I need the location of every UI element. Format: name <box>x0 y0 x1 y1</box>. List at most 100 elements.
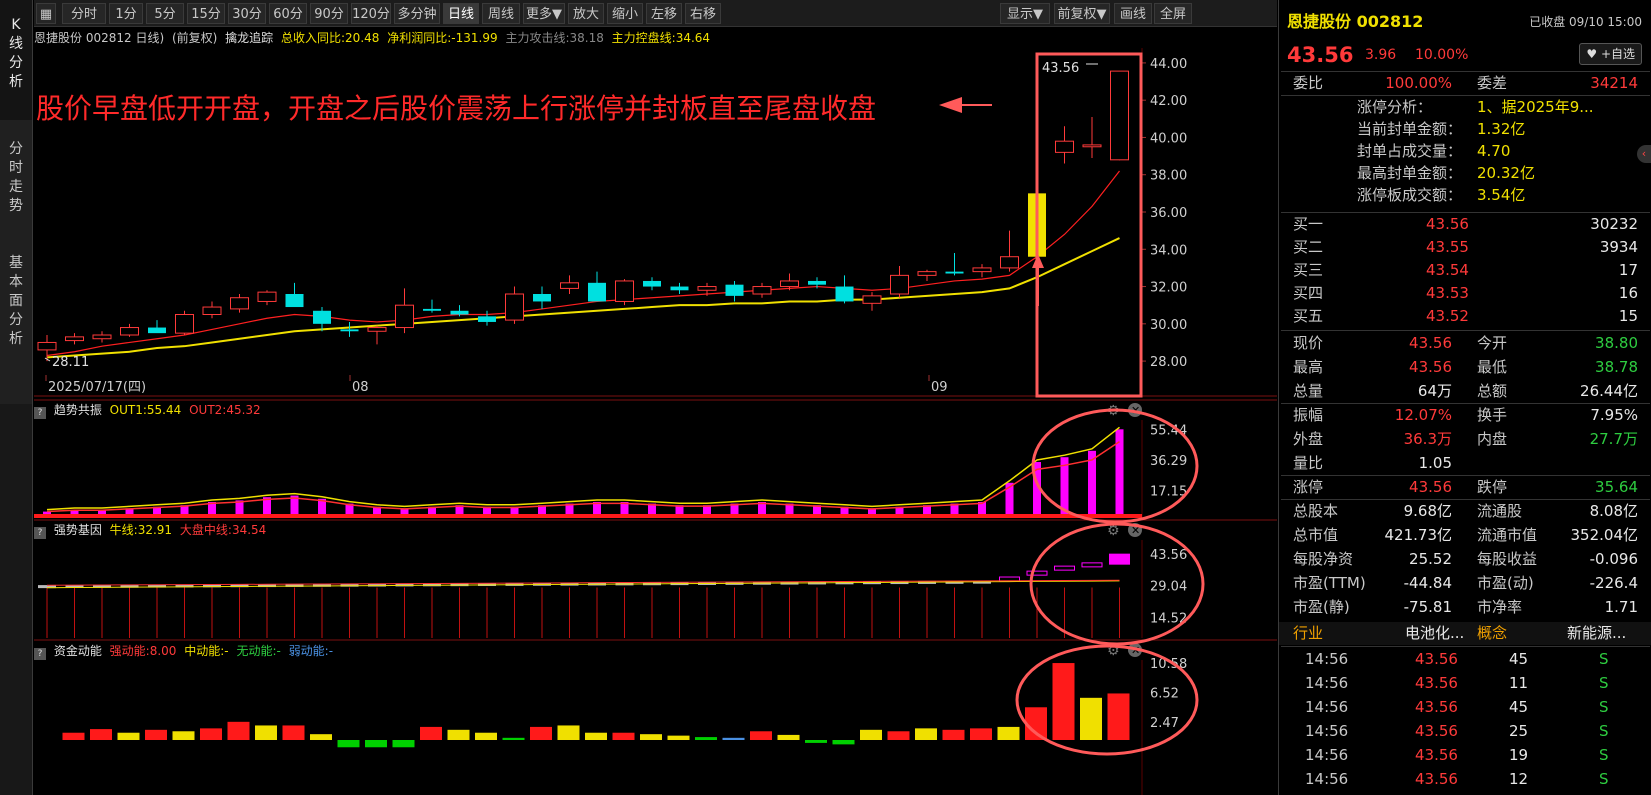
sub1-name[interactable]: 趋势共振 <box>54 403 102 417</box>
y-tick-label: 28.00 <box>1150 355 1187 370</box>
candle <box>725 280 744 302</box>
y-tick-label: 42.00 <box>1150 94 1187 109</box>
kline-chart-area[interactable]: 44.00 42.00 40.00 38.00 36.00 34.00 32.00 30.00… <box>34 48 1277 795</box>
tick-side: S <box>1599 650 1609 668</box>
stat-value: 7.95% <box>1590 406 1638 424</box>
candle <box>230 294 249 313</box>
bid-price: 43.54 <box>1426 261 1469 279</box>
toolbar-btn-11[interactable]: 更多▼ <box>523 3 565 24</box>
momentum-bar <box>612 732 635 740</box>
sub1-y-tick: 36.29 <box>1150 454 1187 469</box>
attack-line: 主力攻击线:38.18 <box>505 31 604 45</box>
toolbar-right-btn-3[interactable]: 全屏 <box>1154 3 1192 24</box>
stat-label: 总额 <box>1477 382 1508 400</box>
toolbar-btn-2[interactable]: 5分 <box>146 3 184 24</box>
sub1-out2: OUT2:45.32 <box>189 403 261 417</box>
stat-row: 市盈(TTM) -44.84 市盈(动) -226.4 <box>1279 572 1651 595</box>
toolbar-btn-9[interactable]: 日线 <box>443 3 479 24</box>
indicator-name[interactable]: 擒龙追踪 <box>225 31 273 45</box>
limit-analysis-row: 当前封单金额： 1.32亿 <box>1279 118 1651 140</box>
stat-value: 38.78 <box>1595 358 1638 376</box>
side-tab-1[interactable]: 分时走势 <box>0 120 33 234</box>
bid-volume: 17 <box>1618 261 1638 279</box>
momentum-bar <box>172 731 195 740</box>
toolbar-btn-3[interactable]: 15分 <box>187 3 225 24</box>
stat-value: 1.05 <box>1418 454 1452 472</box>
industry-label: 行业 <box>1293 624 1324 642</box>
bid-price: 43.55 <box>1426 238 1469 256</box>
candle <box>395 288 414 334</box>
stat-value: 26.44亿 <box>1580 382 1638 400</box>
momentum-bar <box>887 731 910 740</box>
candle <box>175 310 194 335</box>
y-tick-label: 30.00 <box>1150 318 1187 333</box>
industry-value[interactable]: 电池化... <box>1405 622 1464 645</box>
help-icon[interactable]: ? <box>34 648 46 660</box>
toolbar-btn-1[interactable]: 1分 <box>109 3 143 24</box>
tick-time: 14:56 <box>1305 746 1349 764</box>
side-tab-char: 分 <box>9 141 23 157</box>
limit-analysis-row[interactable]: 涨停分析： 1、据2025年9... <box>1279 96 1651 118</box>
tick-row: 14:56 43.56 19 S <box>1279 744 1651 767</box>
out1-line <box>46 426 1120 511</box>
concept-value[interactable]: 新能源... <box>1567 622 1626 645</box>
tick-volume: 45 <box>1509 650 1529 668</box>
collapse-panel-button[interactable]: ‹ <box>1637 145 1651 163</box>
toolbar-btn-15[interactable]: 右移 <box>685 3 721 24</box>
help-icon[interactable]: ? <box>34 407 46 419</box>
stat-label: 市盈(动) <box>1477 574 1534 592</box>
stat-value: -44.84 <box>1403 574 1452 592</box>
candle <box>340 321 359 337</box>
sub3-weak: 弱动能:- <box>288 644 334 658</box>
sub3-name[interactable]: 资金动能 <box>54 644 102 658</box>
toolbar-btn-12[interactable]: 放大 <box>568 3 604 24</box>
toolbar-right-btn-2[interactable]: 画线 <box>1114 3 1152 24</box>
toolbar-right-btn-0[interactable]: 显示▼ <box>1000 3 1050 24</box>
side-tab-2[interactable]: 基本面分析 <box>0 234 33 404</box>
limit-analysis-row: 最高封单金额： 20.32亿 <box>1279 162 1651 184</box>
stat-value: 64万 <box>1417 382 1452 400</box>
y-tick-label: 40.00 <box>1150 131 1187 146</box>
sub2-name[interactable]: 强势基因 <box>54 523 102 537</box>
help-icon[interactable]: ? <box>34 527 46 539</box>
toolbar-btn-5[interactable]: 60分 <box>269 3 307 24</box>
toolbar-btn-4[interactable]: 30分 <box>228 3 266 24</box>
toolbar-btn-6[interactable]: 90分 <box>310 3 348 24</box>
momentum-bar <box>145 729 167 740</box>
toolbar-right-btn-1[interactable]: 前复权▼ <box>1054 3 1110 24</box>
momentum-bar <box>420 726 442 740</box>
side-tab-char: 分 <box>9 55 23 71</box>
stat-value: 25.52 <box>1409 550 1452 568</box>
momentum-bar <box>337 740 360 748</box>
analysis-label: 封单占成交量： <box>1357 142 1463 160</box>
candle <box>478 310 496 326</box>
tick-price: 43.56 <box>1415 722 1458 740</box>
toolbar-btn-14[interactable]: 左移 <box>646 3 682 24</box>
tick-row: 14:56 43.56 25 S <box>1279 720 1651 743</box>
candle <box>752 282 772 298</box>
grid-layout-icon[interactable]: ▦ <box>36 3 56 24</box>
y-tick-label: 36.00 <box>1150 206 1187 221</box>
sub1-out1: OUT1:55.44 <box>109 403 182 417</box>
momentum-bar <box>750 731 772 740</box>
candle <box>560 275 579 294</box>
tick-volume: 25 <box>1509 722 1529 740</box>
toolbar-btn-13[interactable]: 缩小 <box>607 3 643 24</box>
stat-value: 43.56 <box>1409 358 1452 376</box>
toolbar-btn-0[interactable]: 分时 <box>62 3 106 24</box>
tick-side: S <box>1599 722 1609 740</box>
momentum-bar <box>942 729 965 740</box>
add-favorite-button[interactable]: ♥ +自选 <box>1579 43 1642 65</box>
ma-yellow-line <box>46 237 1120 359</box>
weicha-value: 34214 <box>1590 74 1638 92</box>
toolbar-btn-7[interactable]: 120分 <box>351 3 391 24</box>
analysis-label: 涨停分析： <box>1357 98 1433 116</box>
toolbar-btn-8[interactable]: 多分钟 <box>394 3 440 24</box>
stat-value: 12.07% <box>1394 406 1452 424</box>
stat-label: 涨停 <box>1293 478 1324 496</box>
analysis-value: 3.54亿 <box>1477 186 1526 204</box>
last-price: 43.56 <box>1287 43 1354 67</box>
toolbar-btn-10[interactable]: 周线 <box>482 3 520 24</box>
side-tab-char: 面 <box>9 293 23 309</box>
side-tab-0[interactable]: K线分析 <box>0 0 33 120</box>
